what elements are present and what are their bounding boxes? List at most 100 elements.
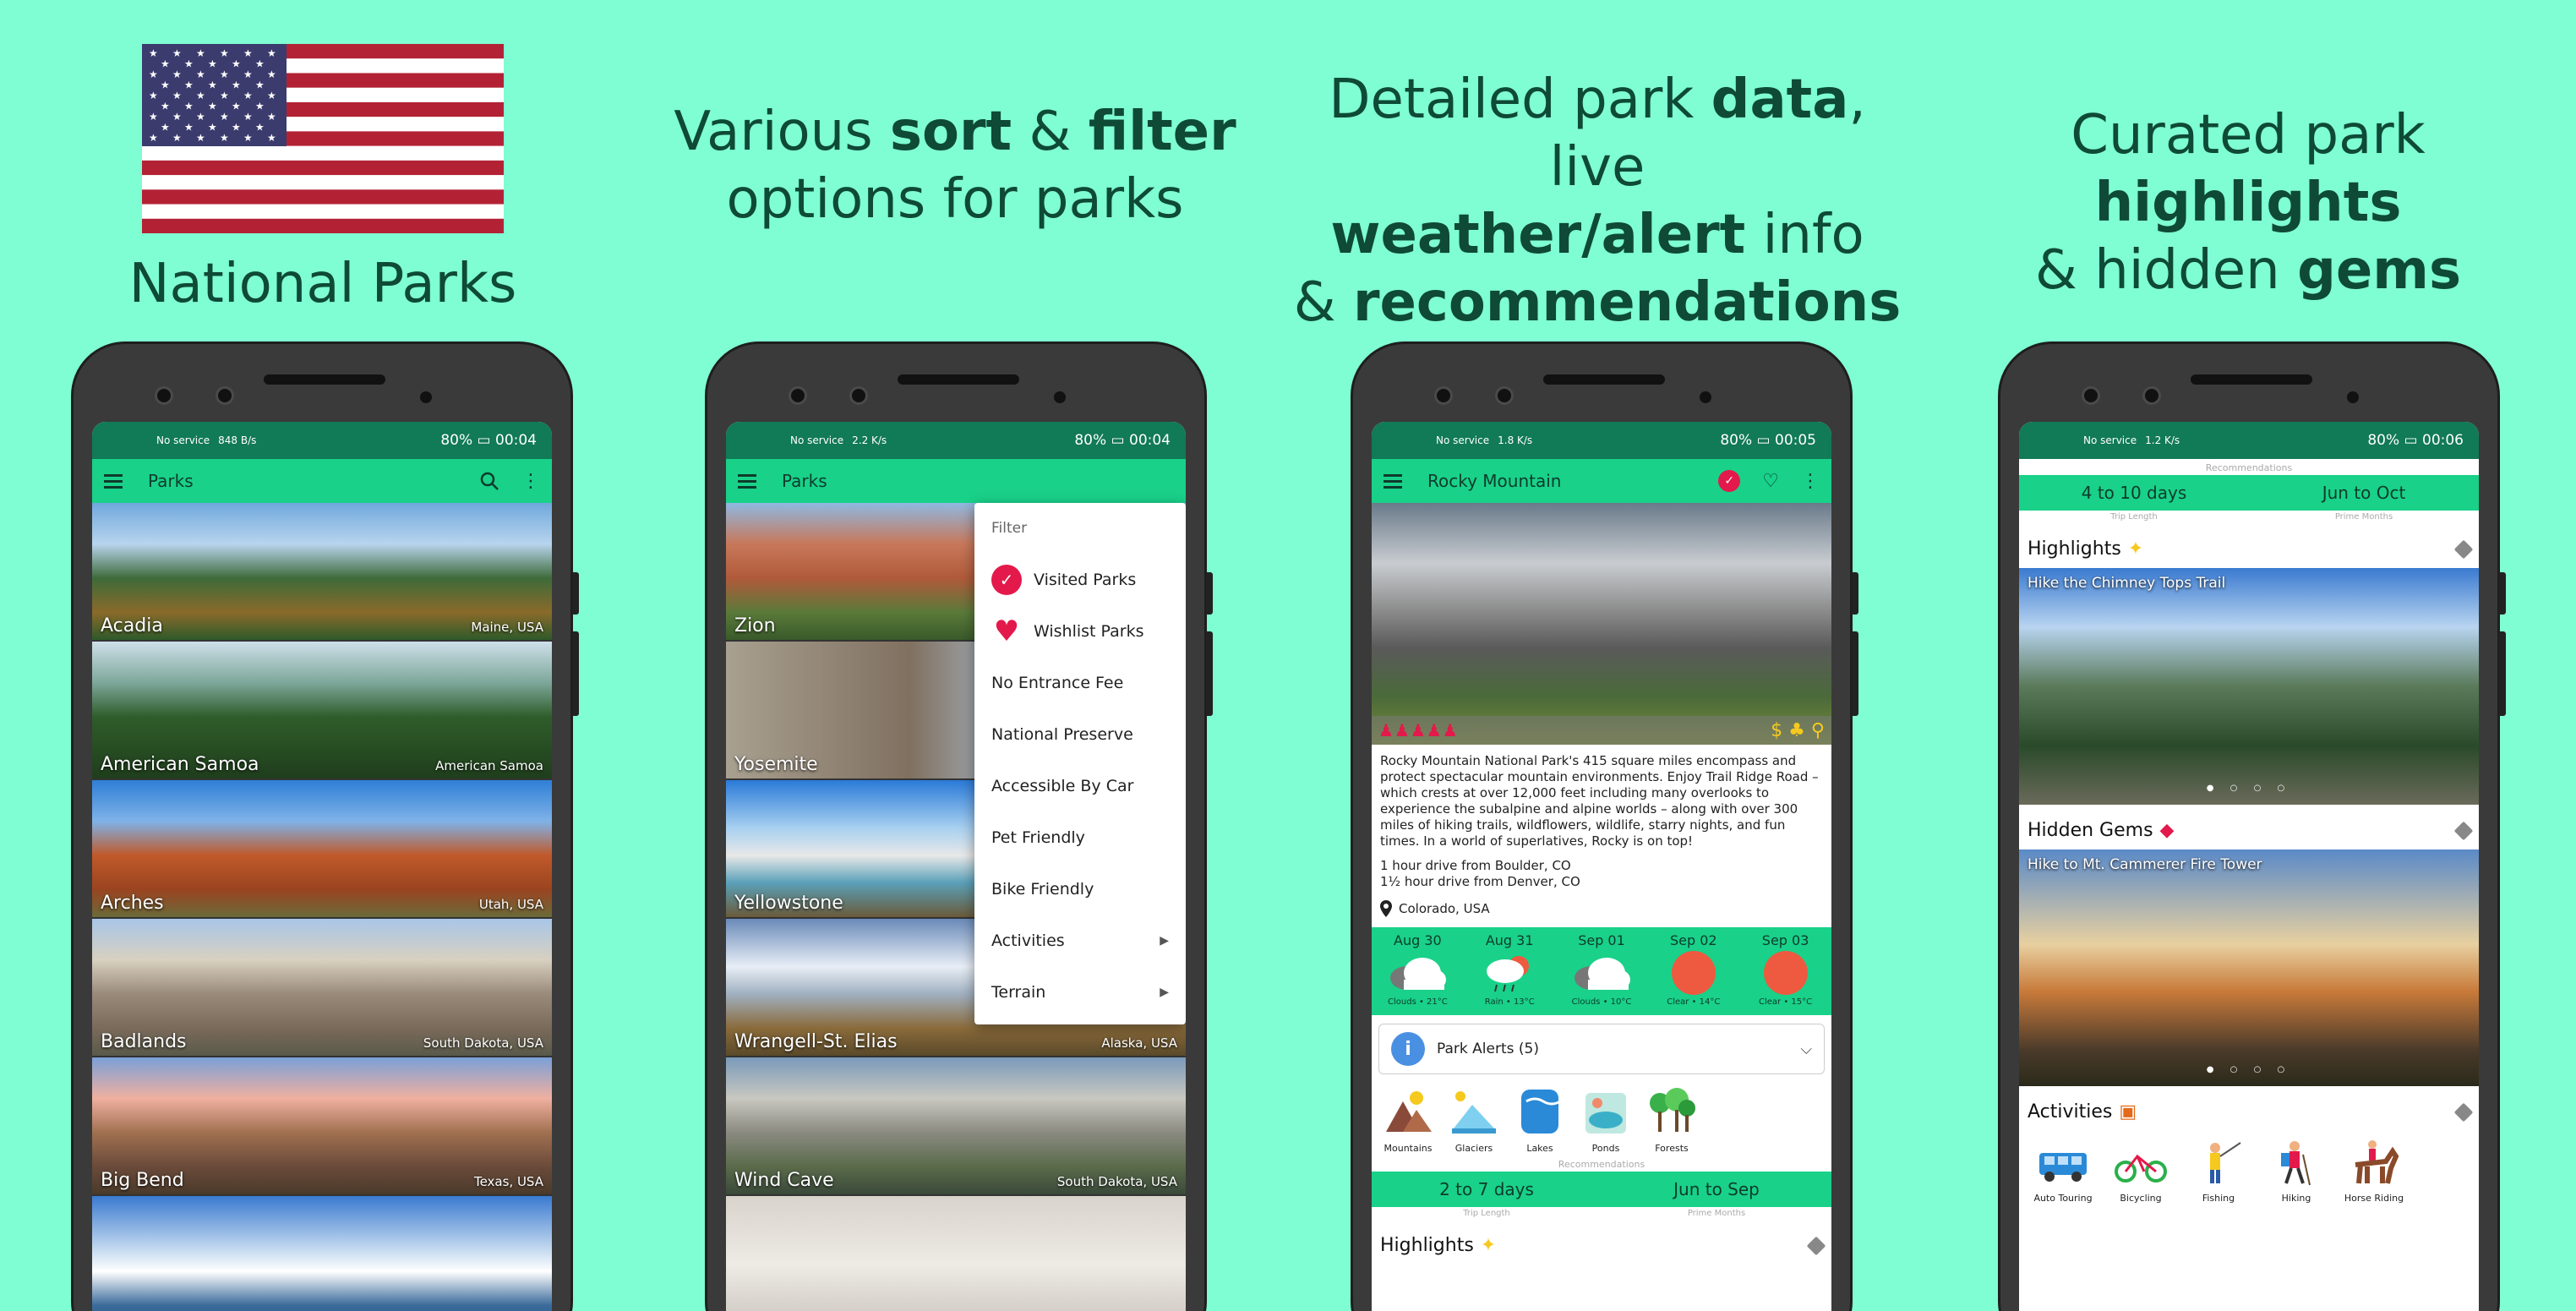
status-right: 80% ▭ 00:04 — [1074, 432, 1171, 449]
svg-text:★: ★ — [149, 90, 158, 101]
terrain-item[interactable]: Mountains — [1375, 1084, 1441, 1154]
park-item[interactable]: Arches Utah, USA — [92, 780, 552, 919]
svg-text:★: ★ — [184, 101, 194, 112]
activity-item[interactable]: Auto Touring — [2024, 1139, 2102, 1204]
park-item[interactable]: Wind Cave South Dakota, USA — [726, 1057, 1186, 1196]
camera-icon — [1434, 386, 1453, 405]
park-item[interactable]: Acadia Maine, USA — [92, 503, 552, 642]
diamond-icon[interactable] — [1806, 1236, 1826, 1255]
info-icon: i — [1391, 1032, 1425, 1066]
hidden-gems-header: Hidden Gems ◆ — [2019, 805, 2479, 849]
svg-text:★: ★ — [232, 79, 241, 91]
filter-terrain[interactable]: Terrain ▶ — [974, 966, 1186, 1018]
filter-menu-heading: Filter — [991, 520, 1028, 537]
terrain-item[interactable]: Forests — [1639, 1084, 1705, 1154]
activity-item[interactable]: Horse Riding — [2335, 1139, 2413, 1204]
park-item[interactable] — [726, 1196, 1186, 1311]
auto-touring-icon — [2039, 1153, 2087, 1182]
heart-outline-icon[interactable]: ♡ — [1762, 471, 1779, 492]
sensor — [2347, 391, 2359, 403]
park-alerts-dropdown[interactable]: i Park Alerts (5) ⌵ — [1378, 1024, 1825, 1074]
svg-text:★: ★ — [208, 79, 217, 91]
highlight-carousel[interactable]: Hike the Chimney Tops Trail ● ○ ○ ○ — [2019, 568, 2479, 805]
filter-pet-friendly[interactable]: Pet Friendly — [974, 811, 1186, 863]
carousel-dots: ● ○ ○ ○ — [2206, 784, 2292, 793]
svg-text:★: ★ — [208, 58, 217, 70]
hidden-gem-carousel[interactable]: Hike to Mt. Cammerer Fire Tower ● ○ ○ ○ — [2019, 849, 2479, 1086]
trip-length-value: 2 to 7 days — [1439, 1179, 1534, 1199]
forecast-day: Sep 03 Clear • 15°C — [1759, 932, 1813, 1007]
filter-activities[interactable]: Activities ▶ — [974, 915, 1186, 966]
filter-visited-parks[interactable]: ✓ Visited Parks — [974, 554, 1186, 605]
svg-text:★: ★ — [220, 47, 229, 59]
activity-item[interactable]: Hiking — [2257, 1139, 2335, 1204]
svg-text:★: ★ — [232, 122, 241, 134]
side-button — [2499, 572, 2506, 615]
park-feature-strip: ♟♟♟♟♟ $ ♣ ⚲ — [1372, 716, 1831, 745]
filter-accessible-by-car[interactable]: Accessible By Car — [974, 760, 1186, 811]
park-item[interactable]: Badlands South Dakota, USA — [92, 919, 552, 1057]
trip-length-value: 4 to 10 days — [2081, 483, 2187, 503]
activity-item[interactable]: Fishing — [2180, 1139, 2257, 1204]
menu-icon[interactable] — [104, 474, 124, 489]
svg-text:★: ★ — [267, 90, 276, 101]
park-item[interactable]: Big Bend Texas, USA — [92, 1057, 552, 1196]
cloud-icon — [1390, 958, 1447, 990]
svg-text:★: ★ — [196, 68, 205, 80]
heart-icon: ♥ — [993, 614, 1020, 648]
status-bar: No service 848 B/s 80% ▭ 00:04 — [92, 422, 552, 459]
svg-text:★: ★ — [196, 132, 205, 144]
phone-frame-2: No service 2.2 K/s 80% ▭ 00:04 Parks Zio… — [705, 341, 1213, 1311]
hidden-gem-caption: Hike to Mt. Cammerer Fire Tower — [2028, 856, 2262, 873]
park-item[interactable] — [92, 1196, 552, 1311]
park-location: American Samoa — [435, 758, 543, 773]
svg-text:★: ★ — [243, 68, 253, 80]
more-vert-icon[interactable]: ⋮ — [521, 471, 540, 492]
fishing-icon — [2210, 1142, 2241, 1183]
speaker-grille — [264, 374, 385, 385]
diamond-icon[interactable] — [2453, 539, 2474, 559]
svg-text:★: ★ — [243, 111, 253, 123]
sun-icon — [1763, 951, 1808, 995]
svg-text:★: ★ — [220, 90, 229, 101]
filter-no-entrance-fee[interactable]: No Entrance Fee — [974, 657, 1186, 708]
svg-text:★: ★ — [255, 122, 265, 134]
menu-icon[interactable] — [738, 474, 758, 489]
more-vert-icon[interactable]: ⋮ — [1801, 471, 1820, 492]
svg-text:★: ★ — [161, 122, 170, 134]
search-icon[interactable] — [479, 471, 499, 491]
camera-icon — [1495, 386, 1514, 405]
app-bar: Rocky Mountain ✓ ♡ ⋮ — [1372, 459, 1831, 503]
activities-header: Activities ▣ — [2019, 1086, 2479, 1131]
menu-icon[interactable] — [1384, 474, 1404, 489]
side-button — [1852, 631, 1858, 716]
status-speed: 848 B/s — [218, 434, 257, 446]
svg-text:★: ★ — [243, 47, 253, 59]
diamond-icon[interactable] — [2453, 821, 2474, 840]
park-location: Maine, USA — [471, 620, 543, 635]
svg-text:★: ★ — [161, 79, 170, 91]
park-item[interactable]: American Samoa American Samoa — [92, 642, 552, 780]
screen-park-detail: No service 1.8 K/s 80% ▭ 00:05 Rocky Mou… — [1372, 422, 1831, 1311]
phone-frame-1: No service 848 B/s 80% ▭ 00:04 Parks ⋮ A… — [71, 341, 579, 1311]
svg-text:★: ★ — [172, 111, 182, 123]
status-speed: 1.8 K/s — [1498, 434, 1533, 446]
park-name: Wrangell-St. Elias — [734, 1031, 898, 1052]
speaker-grille — [1543, 374, 1665, 385]
screen-filter: No service 2.2 K/s 80% ▭ 00:04 Parks Zio… — [726, 422, 1186, 1311]
filter-bike-friendly[interactable]: Bike Friendly — [974, 863, 1186, 915]
terrain-item[interactable]: Ponds — [1573, 1084, 1639, 1154]
filter-wishlist-parks[interactable]: ♥ Wishlist Parks — [974, 605, 1186, 657]
chevron-down-icon: ⌵ — [1800, 1040, 1812, 1058]
backpack-icon: ▣ — [2119, 1101, 2137, 1123]
diamond-icon[interactable] — [2453, 1102, 2474, 1122]
filter-national-preserve[interactable]: National Preserve — [974, 708, 1186, 760]
svg-text:★: ★ — [267, 47, 276, 59]
activity-item[interactable]: Bicycling — [2102, 1139, 2180, 1204]
visited-check-icon[interactable]: ✓ — [1718, 470, 1741, 492]
svg-text:★: ★ — [220, 68, 229, 80]
status-service: No service — [156, 434, 210, 446]
terrain-item[interactable]: Lakes — [1507, 1084, 1573, 1154]
svg-text:★: ★ — [149, 68, 158, 80]
terrain-item[interactable]: Glaciers — [1441, 1084, 1507, 1154]
